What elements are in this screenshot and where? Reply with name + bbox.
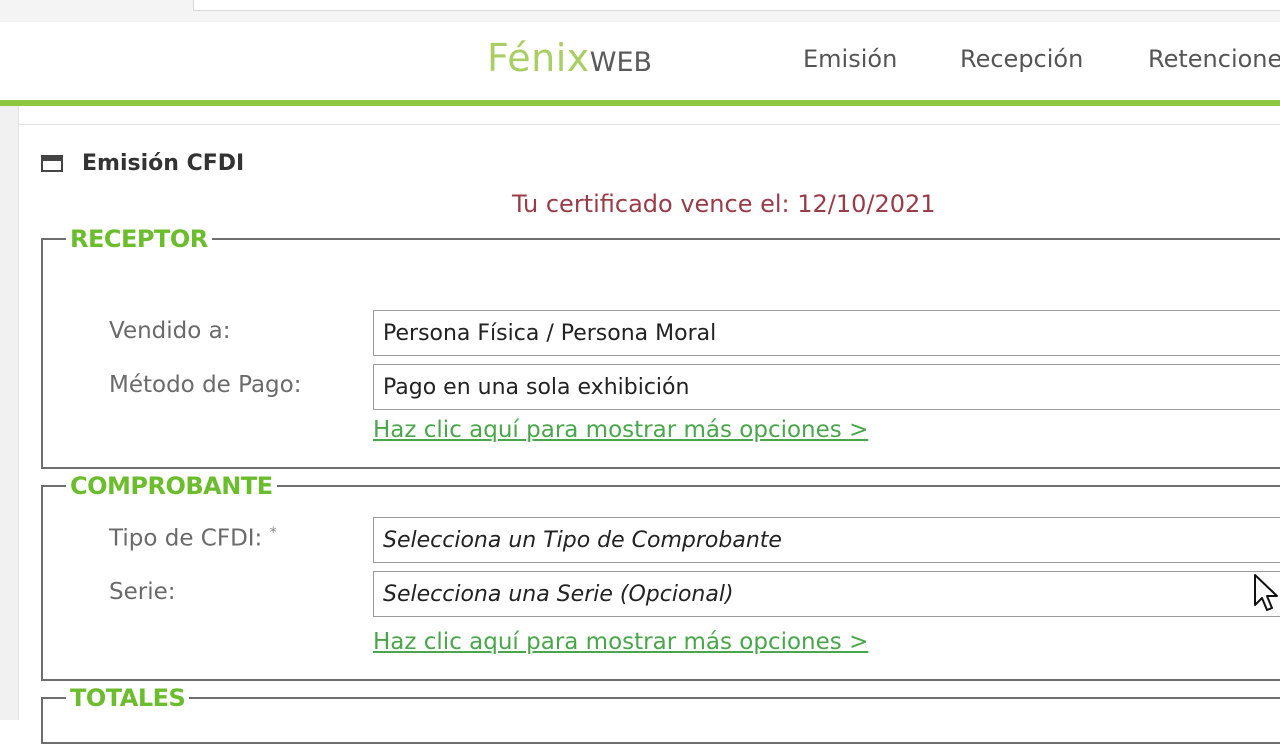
totales-legend: TOTALES — [70, 684, 186, 712]
header-accent-line — [0, 100, 1280, 106]
address-bar[interactable] — [193, 0, 1280, 11]
metodo-pago-select[interactable]: Pago en una sola exhibición — [373, 364, 1280, 410]
nav-emision[interactable]: Emisión — [803, 45, 897, 73]
browser-top-strip — [0, 0, 1280, 22]
receptor-more-options-link[interactable]: Haz clic aquí para mostrar más opciones … — [373, 417, 868, 443]
panel-header: Emisión CFDI — [41, 149, 244, 177]
comprobante-legend: COMPROBANTE — [70, 472, 273, 500]
logo-web-text: WEB — [589, 47, 653, 78]
mouse-cursor-icon — [1254, 574, 1278, 611]
nav-retenciones[interactable]: Retenciones — [1148, 45, 1280, 73]
serie-label: Serie: — [109, 579, 176, 605]
window-icon — [41, 154, 63, 172]
logo-fenix-text: Fénix — [487, 36, 590, 80]
metodo-pago-label: Método de Pago: — [109, 372, 302, 398]
vendido-select[interactable]: Persona Física / Persona Moral — [373, 310, 1280, 356]
panel-title: Emisión CFDI — [82, 150, 245, 176]
tipo-cfdi-label-text: Tipo de CFDI: — [109, 525, 263, 552]
nav-recepcion[interactable]: Recepción — [960, 45, 1083, 73]
comprobante-more-options-link[interactable]: Haz clic aquí para mostrar más opciones … — [373, 629, 868, 655]
certificate-expiry-notice: Tu certificado vence el: 12/10/2021 — [512, 190, 936, 218]
receptor-legend: RECEPTOR — [70, 225, 208, 253]
totales-section: TOTALES — [41, 684, 1280, 744]
left-margin-strip — [0, 106, 19, 720]
required-marker: * — [269, 525, 277, 541]
tipo-cfdi-label: Tipo de CFDI: * — [109, 525, 277, 552]
vendido-label: Vendido a: — [109, 318, 231, 344]
serie-select[interactable]: Selecciona una Serie (Opcional) — [373, 571, 1280, 617]
app-logo[interactable]: FénixWEB — [487, 36, 652, 80]
tipo-cfdi-select[interactable]: Selecciona un Tipo de Comprobante — [373, 517, 1280, 563]
